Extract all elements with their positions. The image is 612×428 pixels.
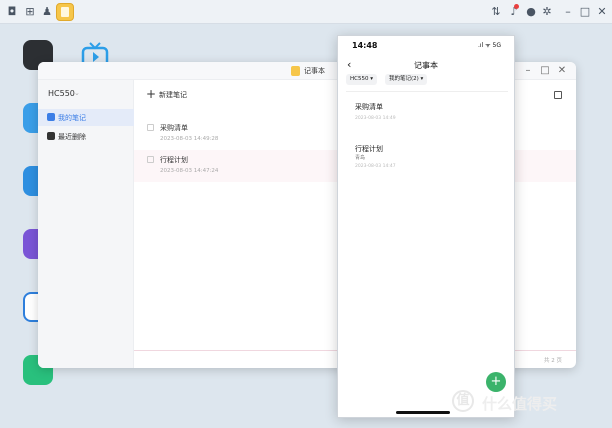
phone-note-timestamp: 2023-08-03 14:49 xyxy=(355,116,396,121)
folder-filter-pill[interactable]: 我的笔记(2) ▾ xyxy=(385,74,428,85)
camera-icon[interactable]: ◘ xyxy=(6,6,18,18)
user-account-icon[interactable]: ● xyxy=(525,6,537,18)
grid-view-icon[interactable] xyxy=(554,91,562,99)
apps-grid-icon[interactable]: ⊞ xyxy=(24,6,36,18)
note-checkbox[interactable] xyxy=(147,124,154,131)
sidebar-item-my-notes[interactable]: 我的笔记 xyxy=(38,109,134,126)
note-title: 行程计划 xyxy=(160,156,188,164)
device-selector[interactable]: HC550 xyxy=(48,89,75,98)
user-icon[interactable]: ♟ xyxy=(41,6,53,18)
chevron-down-icon[interactable]: ⌄ xyxy=(74,89,80,97)
plus-icon: + xyxy=(146,87,157,101)
phone-page-title: 记事本 xyxy=(414,61,438,70)
note-title: 采购清单 xyxy=(160,124,188,132)
close-icon[interactable]: ✕ xyxy=(596,6,608,18)
sidebar-item-recently-deleted[interactable]: 最近删除 xyxy=(38,128,134,145)
home-indicator xyxy=(396,411,450,414)
phone-note-timestamp: 2023-08-03 14:47 xyxy=(355,164,396,169)
window-maximize-button[interactable]: □ xyxy=(539,65,551,77)
new-note-label: 新建笔记 xyxy=(159,91,187,99)
phone-note-item[interactable]: 行程计划 青岛 2023-08-03 14:47 xyxy=(346,136,508,172)
phone-clock: 14:48 xyxy=(352,41,378,50)
sidebar-item-label: 我的笔记 xyxy=(58,114,86,122)
device-filter-pill[interactable]: HC550 ▾ xyxy=(346,74,377,85)
notes-app-icon xyxy=(291,66,300,76)
phone-note-title: 采购清单 xyxy=(355,103,383,111)
window-title: 记事本 xyxy=(304,67,325,75)
window-minimize-button[interactable]: – xyxy=(522,65,534,77)
window-close-button[interactable]: ✕ xyxy=(556,65,568,77)
trash-icon xyxy=(47,132,55,140)
sidebar-item-label: 最近删除 xyxy=(58,133,86,141)
phone-screenshot-overlay: 14:48 .ıl ᯤ 5G ‹ 记事本 HC550 ▾ 我的笔记(2) ▾ 采… xyxy=(337,35,515,418)
watermark-logo: 值 xyxy=(452,390,474,412)
minimize-icon[interactable]: – xyxy=(562,6,574,18)
system-top-bar: ◘ ⊞ ♟ ⇅ ♪ ● ✲ – □ ✕ xyxy=(0,0,612,24)
page-info: 共 2 页 xyxy=(544,358,562,364)
notes-app-taskbar-icon[interactable] xyxy=(56,3,74,21)
transfer-icon[interactable]: ⇅ xyxy=(490,6,502,18)
add-note-fab-button[interactable]: + xyxy=(486,372,506,392)
settings-gear-icon[interactable]: ✲ xyxy=(541,6,553,18)
notebook-icon xyxy=(47,113,55,121)
notification-badge xyxy=(514,4,519,9)
phone-note-title: 行程计划 xyxy=(355,145,383,153)
note-timestamp: 2023-08-03 14:49:28 xyxy=(160,136,219,142)
watermark-text: 什么值得买 xyxy=(482,395,558,413)
note-checkbox[interactable] xyxy=(147,156,154,163)
phone-note-subtitle: 青岛 xyxy=(355,155,366,161)
phone-note-item[interactable]: 采购清单 2023-08-03 14:49 xyxy=(346,94,508,130)
note-timestamp: 2023-08-03 14:47:24 xyxy=(160,168,219,174)
divider xyxy=(346,91,508,92)
maximize-icon[interactable]: □ xyxy=(579,6,591,18)
phone-status-icons: .ıl ᯤ 5G xyxy=(478,42,502,49)
back-arrow-icon[interactable]: ‹ xyxy=(347,58,351,71)
sidebar: HC550 ⌄ 我的笔记 最近删除 xyxy=(38,80,134,368)
